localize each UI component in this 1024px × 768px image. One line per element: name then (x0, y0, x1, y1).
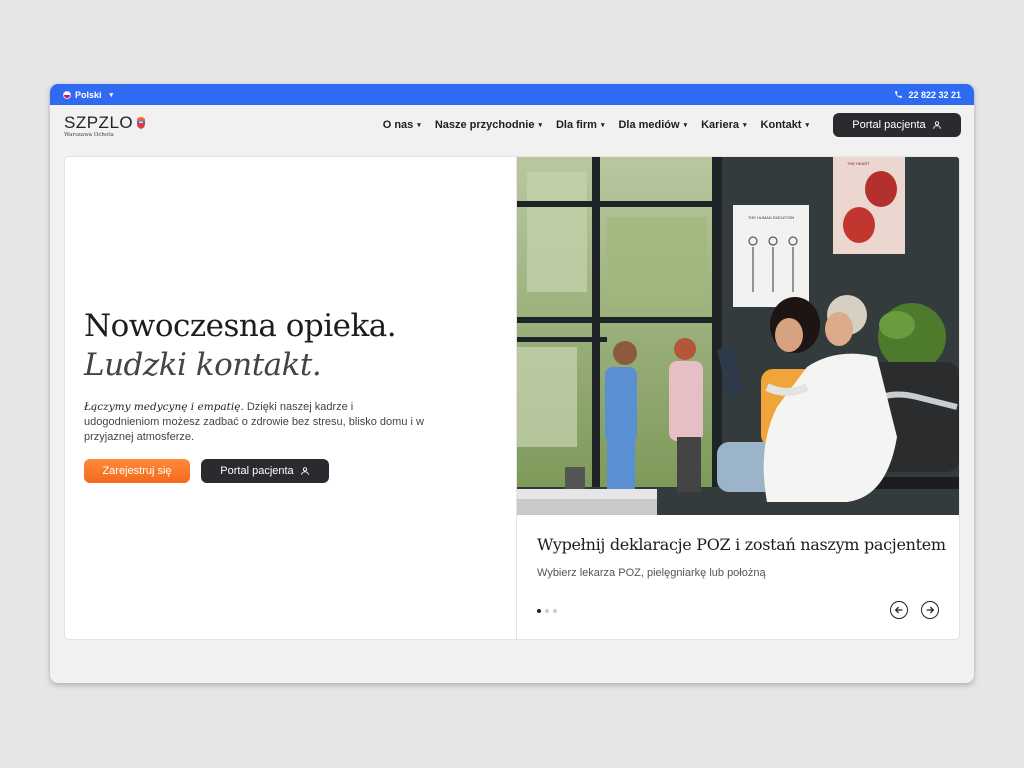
hero-title-italic: Ludzki kontakt. (84, 347, 322, 383)
hero-lead-emphasis: Łączymy medycynę i empatię. (84, 401, 244, 413)
clinic-photo: THE HUMAN SKELETON THE HEART (517, 157, 959, 515)
clinic-photo-illustration: THE HUMAN SKELETON THE HEART (517, 157, 959, 515)
nav-item-dla-mediow[interactable]: Dla mediów ▾ (618, 119, 687, 131)
portal-pacjenta-nav-button[interactable]: Portal pacjenta (833, 113, 961, 137)
flag-icon (63, 90, 71, 99)
nav-item-o-nas[interactable]: O nas ▾ (383, 119, 421, 131)
nav-item-label: Dla firm (555, 119, 597, 131)
language-selector[interactable]: Polski ▾ (63, 90, 113, 100)
portal-button-label: Portal pacjenta (852, 119, 926, 131)
phone-link[interactable]: 22 822 32 21 (894, 90, 961, 100)
main-nav: SZPZLO Warszawa Ochota O nas ▾ Nasze przy… (50, 105, 974, 145)
chevron-down-icon: ▾ (538, 122, 542, 129)
user-icon (932, 121, 941, 129)
arrow-left-icon (894, 606, 903, 614)
hero-title: Nowoczesna opieka. (84, 308, 397, 344)
logo-mark-icon (137, 116, 146, 129)
register-button-label: Zarejestruj się (102, 465, 172, 477)
nav-item-label: Kontakt (760, 119, 802, 131)
hero-text: Nowoczesna opieka. Ludzki kontakt. Łączy… (65, 157, 518, 639)
slide-title: Wypełnij deklaracje POZ i zostań naszym … (537, 535, 946, 554)
top-bar: Polski ▾ 22 822 32 21 (50, 84, 974, 105)
chevron-down-icon: ▾ (109, 91, 114, 99)
logo-subtitle: Warszawa Ochota (64, 131, 114, 138)
phone-icon (895, 91, 903, 98)
hero-slider: THE HUMAN SKELETON THE HEART Wypełnij de… (517, 157, 959, 639)
prev-slide-button[interactable] (890, 601, 908, 619)
hero-ctas: Zarejestruj się Portal pacjenta (84, 459, 496, 483)
language-label: Polski (75, 89, 102, 100)
poster-skeleton-label: THE HUMAN SKELETON (748, 215, 794, 220)
register-button[interactable]: Zarejestruj się (84, 459, 190, 483)
hero-lead: Łączymy medycynę i empatię. Dzięki nasze… (84, 400, 424, 445)
chevron-down-icon: ▾ (743, 122, 747, 129)
logo-text: SZPZLO (64, 112, 134, 132)
nav-item-nasze-przychodnie[interactable]: Nasze przychodnie ▾ (435, 119, 542, 131)
slide-subtitle: Wybierz lekarza POZ, pielęgniarkę lub po… (537, 567, 766, 579)
browser-window: Polski ▾ 22 822 32 21 SZPZLO Warszawa Oc… (50, 84, 974, 683)
chevron-down-icon: ▾ (600, 122, 605, 129)
nav-item-label: O nas (382, 119, 414, 131)
slider-arrows (890, 601, 939, 619)
portal-pacjenta-button[interactable]: Portal pacjenta (201, 459, 329, 483)
user-icon (300, 467, 309, 475)
arrow-right-icon (926, 606, 935, 614)
chevron-down-icon: ▾ (417, 122, 421, 129)
next-slide-button[interactable] (921, 601, 939, 619)
hero-card: Nowoczesna opieka. Ludzki kontakt. Łączy… (64, 156, 960, 640)
poster-heart-label: THE HEART (847, 161, 870, 166)
chevron-down-icon: ▾ (683, 122, 688, 129)
slider-dot[interactable] (553, 609, 558, 613)
nav-item-label: Kariera (701, 119, 740, 131)
phone-number: 22 822 32 21 (908, 89, 961, 100)
nav-item-dla-firm[interactable]: Dla firm ▾ (556, 119, 604, 131)
nav-item-kontakt[interactable]: Kontakt ▾ (761, 119, 809, 131)
nav-item-label: Dla mediów (618, 119, 680, 131)
portal-button-label: Portal pacjenta (220, 465, 294, 477)
slider-dots (537, 609, 558, 613)
slider-dot[interactable] (537, 609, 542, 613)
nav-item-kariera[interactable]: Kariera ▾ (701, 119, 746, 131)
chevron-down-icon: ▾ (805, 122, 809, 129)
nav-item-label: Nasze przychodnie (434, 119, 535, 131)
slider-dot[interactable] (545, 609, 550, 613)
nav-menu: O nas ▾ Nasze przychodnie ▾ Dla firm ▾ Dla … (383, 119, 809, 131)
logo[interactable]: SZPZLO Warszawa Ochota (64, 113, 147, 138)
